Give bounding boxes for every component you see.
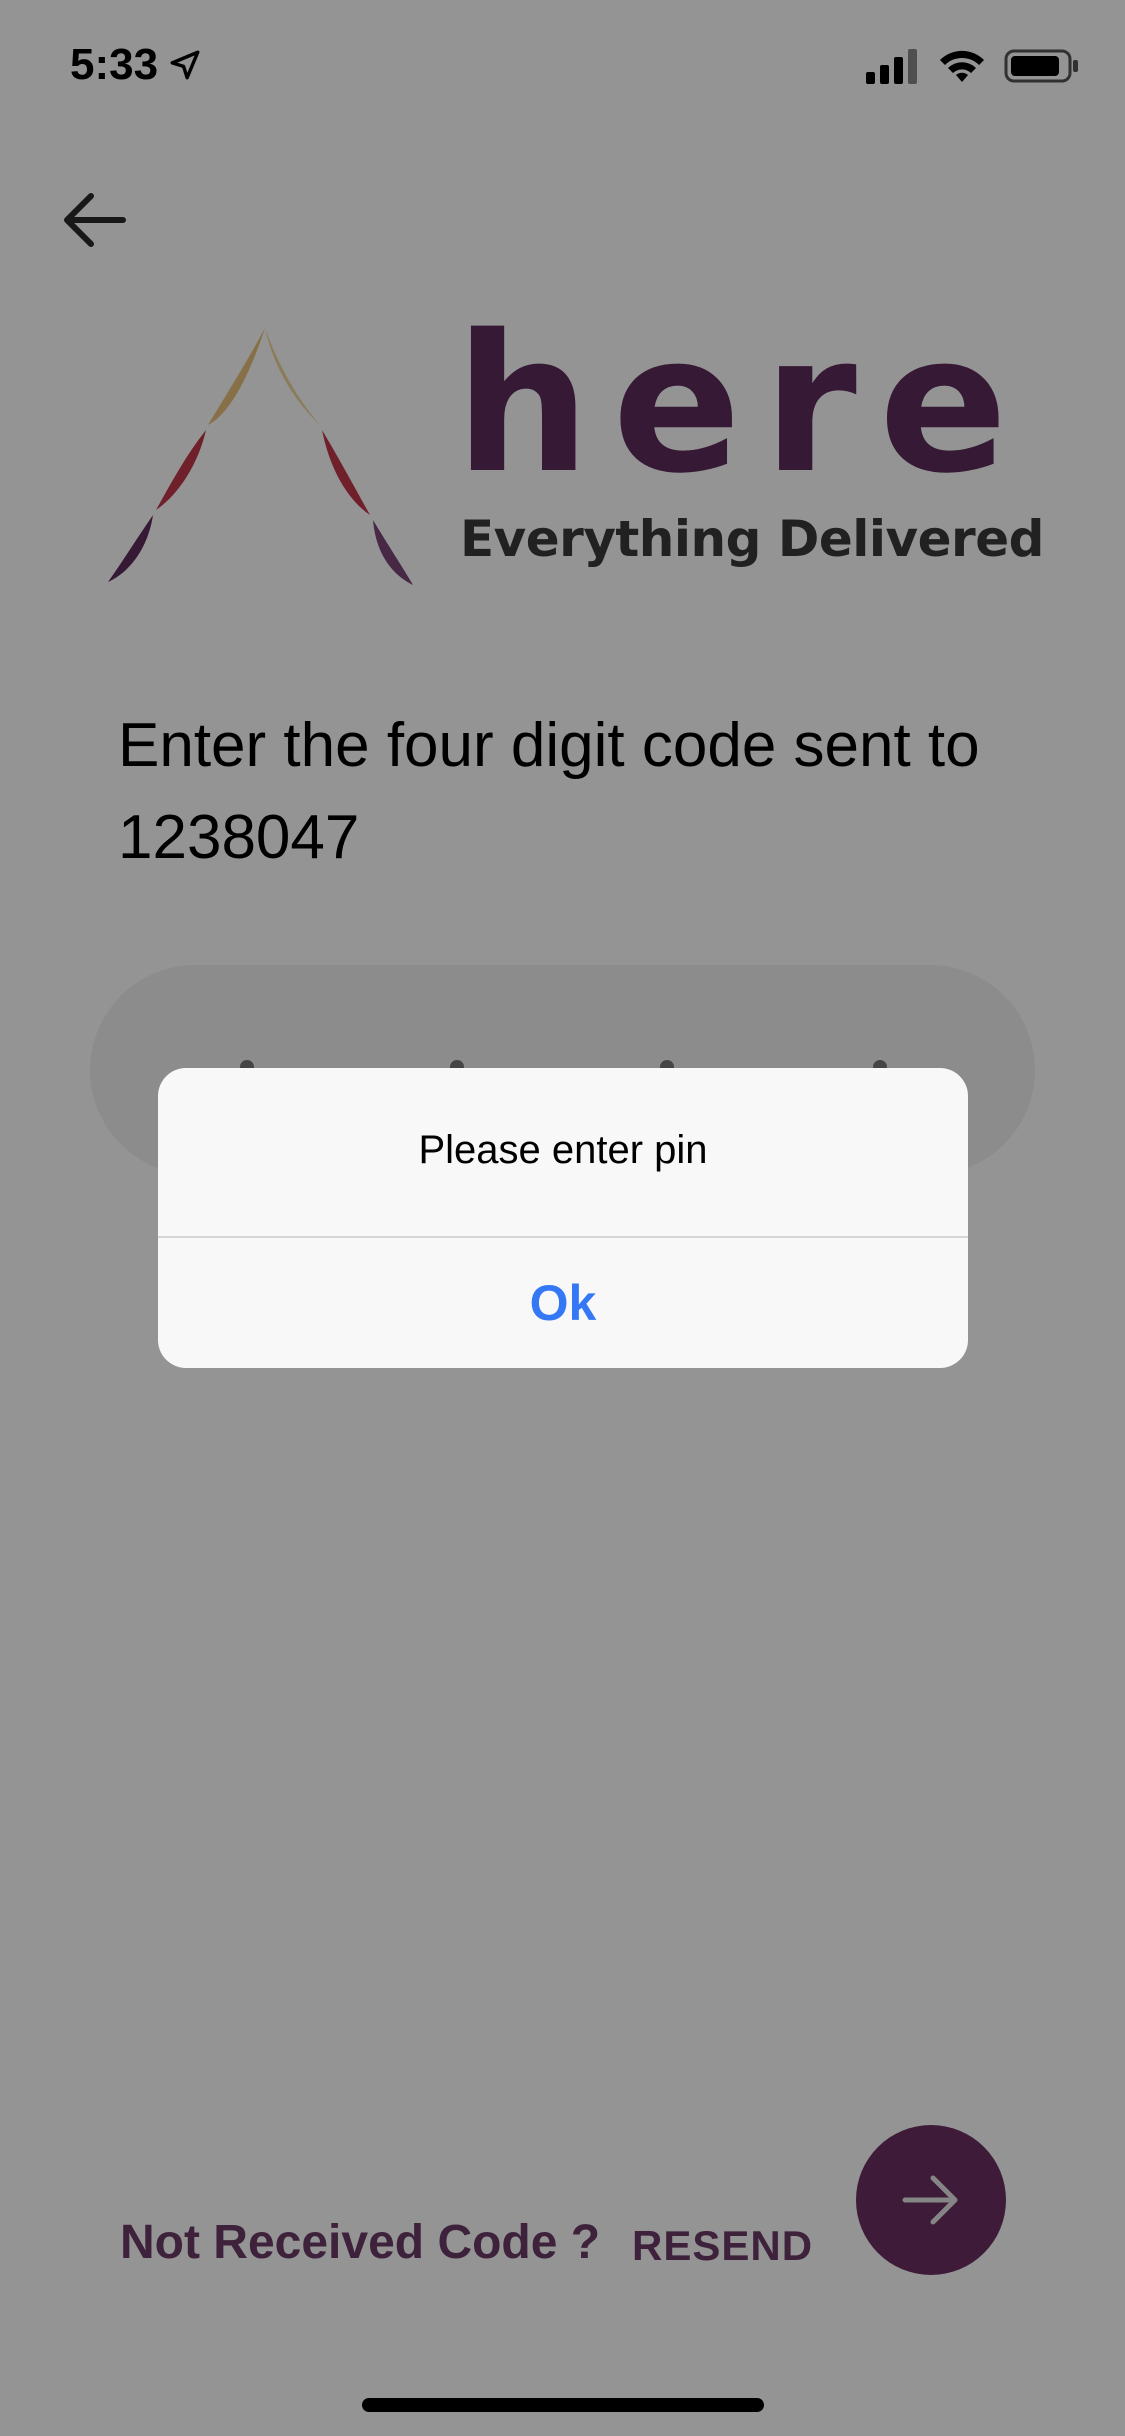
alert-ok-button[interactable]: Ok — [158, 1238, 968, 1368]
alert-message: Please enter pin — [418, 1128, 708, 1172]
alert-dialog: Please enter pin Ok — [158, 1068, 968, 1368]
